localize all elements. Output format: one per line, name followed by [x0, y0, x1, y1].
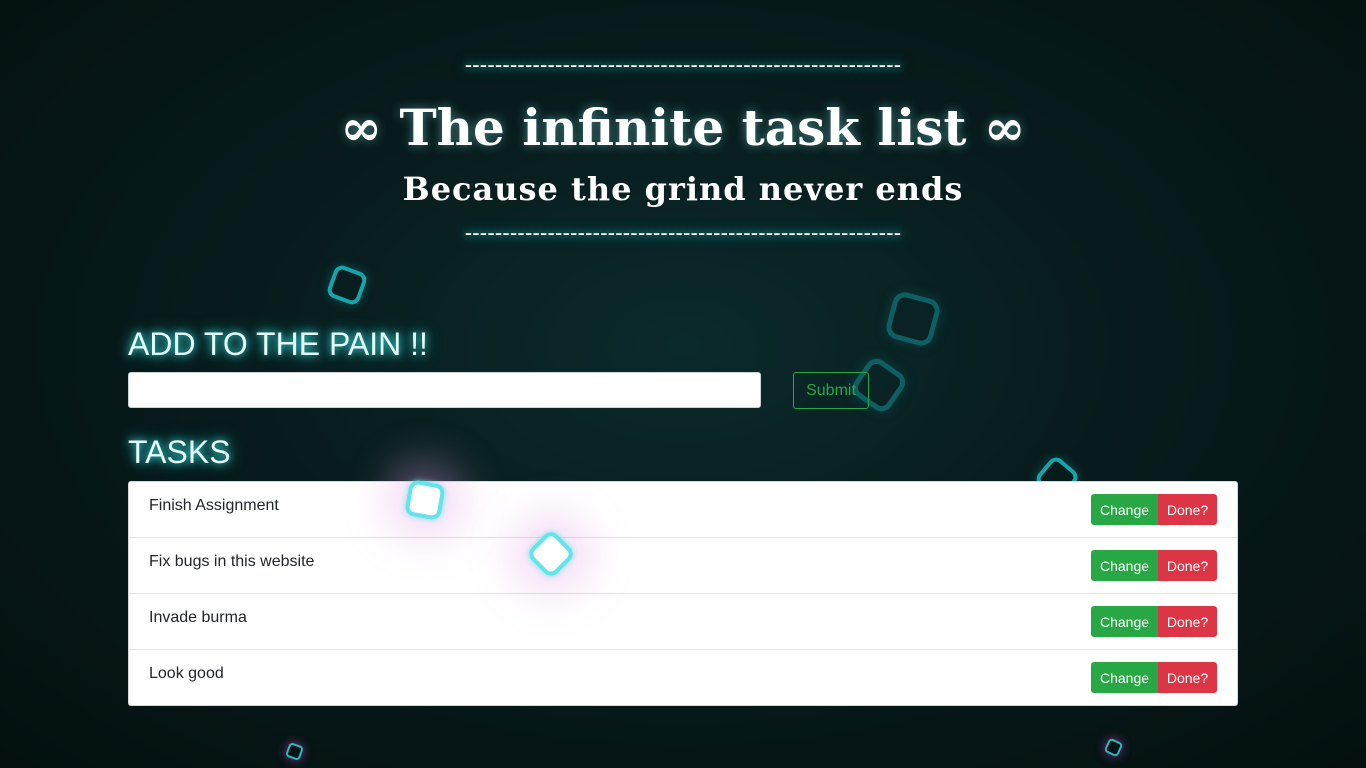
change-button[interactable]: Change	[1091, 494, 1158, 525]
task-row: Fix bugs in this website Change Done?	[129, 538, 1237, 594]
done-button[interactable]: Done?	[1158, 606, 1217, 637]
done-button[interactable]: Done?	[1158, 494, 1217, 525]
header-divider-bottom: ----------------------------------------…	[464, 220, 902, 245]
submit-button[interactable]: Submit	[793, 372, 869, 409]
task-actions: Change Done?	[1091, 662, 1217, 693]
task-actions: Change Done?	[1091, 494, 1217, 525]
task-text: Fix bugs in this website	[149, 553, 315, 570]
task-row: Finish Assignment Change Done?	[129, 482, 1237, 538]
page-title: ∞ The infinite task list ∞	[340, 98, 1026, 157]
floating-square-icon	[1103, 737, 1124, 758]
task-text: Look good	[149, 665, 224, 682]
change-button[interactable]: Change	[1091, 550, 1158, 581]
done-button[interactable]: Done?	[1158, 550, 1217, 581]
change-button[interactable]: Change	[1091, 606, 1158, 637]
tasks-heading: TASKS	[128, 434, 231, 470]
task-actions: Change Done?	[1091, 550, 1217, 581]
task-list: Finish Assignment Change Done? Fix bugs …	[128, 481, 1238, 706]
done-button[interactable]: Done?	[1158, 662, 1217, 693]
floating-square-icon	[325, 263, 369, 307]
page-subtitle: Because the grind never ends	[402, 170, 964, 208]
add-task-heading: ADD TO THE PAIN !!	[128, 326, 428, 362]
task-text: Finish Assignment	[149, 497, 279, 514]
task-actions: Change Done?	[1091, 606, 1217, 637]
floating-square-icon	[284, 741, 305, 762]
floating-square-icon	[883, 289, 943, 349]
task-text: Invade burma	[149, 609, 247, 626]
task-row: Look good Change Done?	[129, 650, 1237, 705]
task-row: Invade burma Change Done?	[129, 594, 1237, 650]
header-divider-top: ----------------------------------------…	[464, 52, 902, 77]
task-input[interactable]	[128, 372, 761, 408]
change-button[interactable]: Change	[1091, 662, 1158, 693]
